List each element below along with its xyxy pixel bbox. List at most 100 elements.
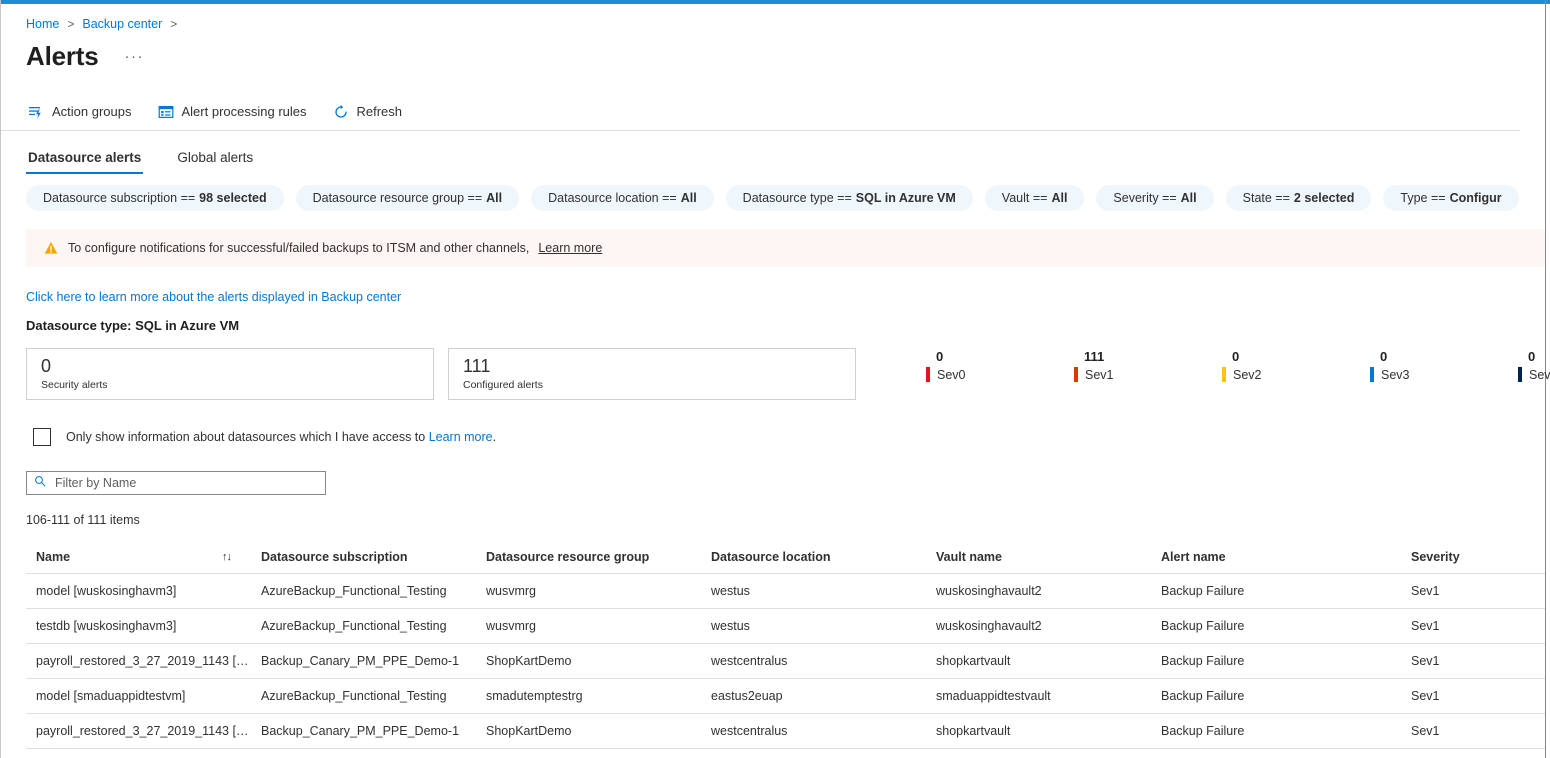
alerts-table-wrapper: Name ↑↓ Datasource subscription Datasour… bbox=[26, 541, 1545, 749]
cell-resource-group: wusvmrg bbox=[476, 573, 701, 609]
alerts-table: Name ↑↓ Datasource subscription Datasour… bbox=[26, 541, 1545, 749]
filter-pill-key: Datasource subscription == bbox=[43, 191, 196, 205]
table-row[interactable]: model [wuskosinghavm3] AzureBackup_Funct… bbox=[26, 573, 1545, 609]
severity-label: Sev2 bbox=[1233, 367, 1262, 382]
more-options-button[interactable]: ··· bbox=[121, 48, 149, 64]
security-alerts-label: Security alerts bbox=[41, 379, 108, 391]
filter-pill-key: Severity == bbox=[1113, 191, 1177, 205]
severity-counter-sev1[interactable]: 111 Sev1 bbox=[1074, 348, 1222, 382]
filter-pill-key: Datasource type == bbox=[742, 191, 852, 205]
access-filter-checkbox[interactable] bbox=[33, 428, 51, 446]
search-box[interactable] bbox=[26, 471, 326, 495]
severity-value: 0 bbox=[1380, 349, 1388, 364]
table-row[interactable]: payroll_restored_3_27_2019_1143 [s... Ba… bbox=[26, 713, 1545, 749]
column-header-datasource-subscription[interactable]: Datasource subscription bbox=[251, 541, 476, 574]
alert-processing-rules-button[interactable]: Alert processing rules bbox=[156, 100, 309, 124]
severity-label: Sev4 bbox=[1529, 367, 1550, 382]
cell-location: westcentralus bbox=[701, 713, 926, 749]
configured-alerts-label: Configured alerts bbox=[463, 379, 543, 391]
sort-icon[interactable]: ↑↓ bbox=[222, 551, 232, 563]
summary-row: 0 Security alerts 111 Configured alerts … bbox=[26, 348, 1550, 400]
refresh-button[interactable]: Refresh bbox=[331, 100, 405, 124]
cell-resource-group: wusvmrg bbox=[476, 608, 701, 644]
alert-processing-rules-icon bbox=[158, 104, 174, 120]
cell-name: payroll_restored_3_27_2019_1143 [s... bbox=[26, 713, 251, 749]
tab-global-alerts[interactable]: Global alerts bbox=[175, 150, 255, 174]
severity-counter-sev3[interactable]: 0 Sev3 bbox=[1370, 348, 1518, 382]
cell-alert: Backup Failure bbox=[1151, 678, 1401, 714]
access-filter-row: Only show information about datasources … bbox=[33, 428, 1545, 446]
cell-alert: Backup Failure bbox=[1151, 643, 1401, 679]
filter-pill-key: Datasource location == bbox=[548, 191, 677, 205]
cell-subscription: Backup_Canary_PM_PPE_Demo-1 bbox=[251, 643, 476, 679]
severity-counter-sev0[interactable]: 0 Sev0 bbox=[926, 348, 1074, 382]
breadcrumb: Home > Backup center > bbox=[1, 4, 1545, 32]
column-header-vault-name[interactable]: Vault name bbox=[926, 541, 1151, 574]
configured-alerts-card[interactable]: 111 Configured alerts bbox=[448, 348, 856, 400]
table-row[interactable]: model [smaduappidtestvm] AzureBackup_Fun… bbox=[26, 678, 1545, 714]
cell-name: payroll_restored_3_27_2019_1143 [s... bbox=[26, 643, 251, 679]
filter-pill-list: Datasource subscription == 98 selected Da… bbox=[1, 185, 1545, 211]
column-header-name[interactable]: Name ↑↓ bbox=[26, 541, 251, 574]
page-title: Alerts bbox=[26, 41, 99, 71]
column-header-name-label: Name bbox=[36, 549, 71, 564]
security-alerts-card[interactable]: 0 Security alerts bbox=[26, 348, 434, 400]
filter-pill-type[interactable]: Type == Configur bbox=[1383, 185, 1519, 211]
filter-pill-state[interactable]: State == 2 selected bbox=[1225, 185, 1372, 211]
tab-datasource-alerts[interactable]: Datasource alerts bbox=[26, 150, 144, 174]
severity-value: 0 bbox=[936, 349, 944, 364]
severity-counter-sev2[interactable]: 0 Sev2 bbox=[1222, 348, 1370, 382]
severity-label: Sev1 bbox=[1085, 367, 1114, 382]
filter-pill-key: Datasource resource group == bbox=[312, 191, 483, 205]
breadcrumb-item-backup-center[interactable]: Backup center bbox=[82, 17, 162, 31]
severity-color-bar bbox=[1074, 367, 1078, 382]
table-row[interactable]: testdb [wuskosinghavm3] AzureBackup_Func… bbox=[26, 608, 1545, 644]
security-alerts-value: 0 bbox=[41, 356, 52, 376]
cell-vault: wuskosinghavault2 bbox=[926, 608, 1151, 644]
command-bar: Action groups Alert processing rules Ref… bbox=[1, 93, 1520, 131]
cell-name: model [smaduappidtestvm] bbox=[26, 678, 251, 714]
access-filter-learn-more-link[interactable]: Learn more bbox=[429, 430, 493, 444]
title-row: Alerts ··· bbox=[1, 32, 1545, 76]
filter-pill-datasource-location[interactable]: Datasource location == All bbox=[531, 185, 714, 211]
cell-name: testdb [wuskosinghavm3] bbox=[26, 608, 251, 644]
filter-pill-value: SQL in Azure VM bbox=[855, 191, 956, 205]
filter-pill-datasource-resource-group[interactable]: Datasource resource group == All bbox=[295, 185, 520, 211]
cell-alert: Backup Failure bbox=[1151, 608, 1401, 644]
column-header-datasource-resource-group[interactable]: Datasource resource group bbox=[476, 541, 701, 574]
search-input[interactable] bbox=[53, 475, 318, 491]
filter-pill-datasource-type[interactable]: Datasource type == SQL in Azure VM bbox=[725, 185, 973, 211]
filter-pill-value: 98 selected bbox=[199, 191, 267, 205]
filter-pill-value: Configur bbox=[1449, 191, 1502, 205]
severity-color-bar bbox=[1518, 367, 1522, 382]
banner-text: To configure notifications for successfu… bbox=[68, 241, 530, 255]
column-header-alert-name[interactable]: Alert name bbox=[1151, 541, 1401, 574]
filter-pill-vault[interactable]: Vault == All bbox=[984, 185, 1085, 211]
cell-vault: smaduappidtestvault bbox=[926, 678, 1151, 714]
filter-pill-severity[interactable]: Severity == All bbox=[1096, 185, 1214, 211]
cell-subscription: AzureBackup_Functional_Testing bbox=[251, 608, 476, 644]
tab-list: Datasource alerts Global alerts bbox=[1, 138, 1545, 174]
cell-severity: Sev1 bbox=[1401, 608, 1545, 644]
action-groups-button[interactable]: Action groups bbox=[26, 100, 134, 124]
configured-alerts-value: 111 bbox=[463, 356, 491, 376]
breadcrumb-item-home[interactable]: Home bbox=[26, 17, 59, 31]
severity-counter-sev4[interactable]: 0 Sev4 bbox=[1518, 348, 1550, 382]
cell-subscription: Backup_Canary_PM_PPE_Demo-1 bbox=[251, 713, 476, 749]
cell-vault: wuskosinghavault2 bbox=[926, 573, 1151, 609]
cell-alert: Backup Failure bbox=[1151, 573, 1401, 609]
banner-learn-more-link[interactable]: Learn more bbox=[538, 241, 602, 255]
severity-color-bar bbox=[926, 367, 930, 382]
cell-location: westcentralus bbox=[701, 643, 926, 679]
column-header-severity[interactable]: Severity bbox=[1401, 541, 1545, 574]
search-icon bbox=[34, 474, 46, 492]
alert-processing-rules-label: Alert processing rules bbox=[181, 104, 307, 119]
alerts-info-link[interactable]: Click here to learn more about the alert… bbox=[26, 290, 401, 304]
cell-subscription: AzureBackup_Functional_Testing bbox=[251, 573, 476, 609]
column-header-datasource-location[interactable]: Datasource location bbox=[701, 541, 926, 574]
filter-pill-datasource-subscription[interactable]: Datasource subscription == 98 selected bbox=[26, 185, 284, 211]
cell-resource-group: ShopKartDemo bbox=[476, 643, 701, 679]
table-row[interactable]: payroll_restored_3_27_2019_1143 [s... Ba… bbox=[26, 643, 1545, 679]
table-header-row: Name ↑↓ Datasource subscription Datasour… bbox=[26, 541, 1545, 574]
cell-subscription: AzureBackup_Functional_Testing bbox=[251, 678, 476, 714]
